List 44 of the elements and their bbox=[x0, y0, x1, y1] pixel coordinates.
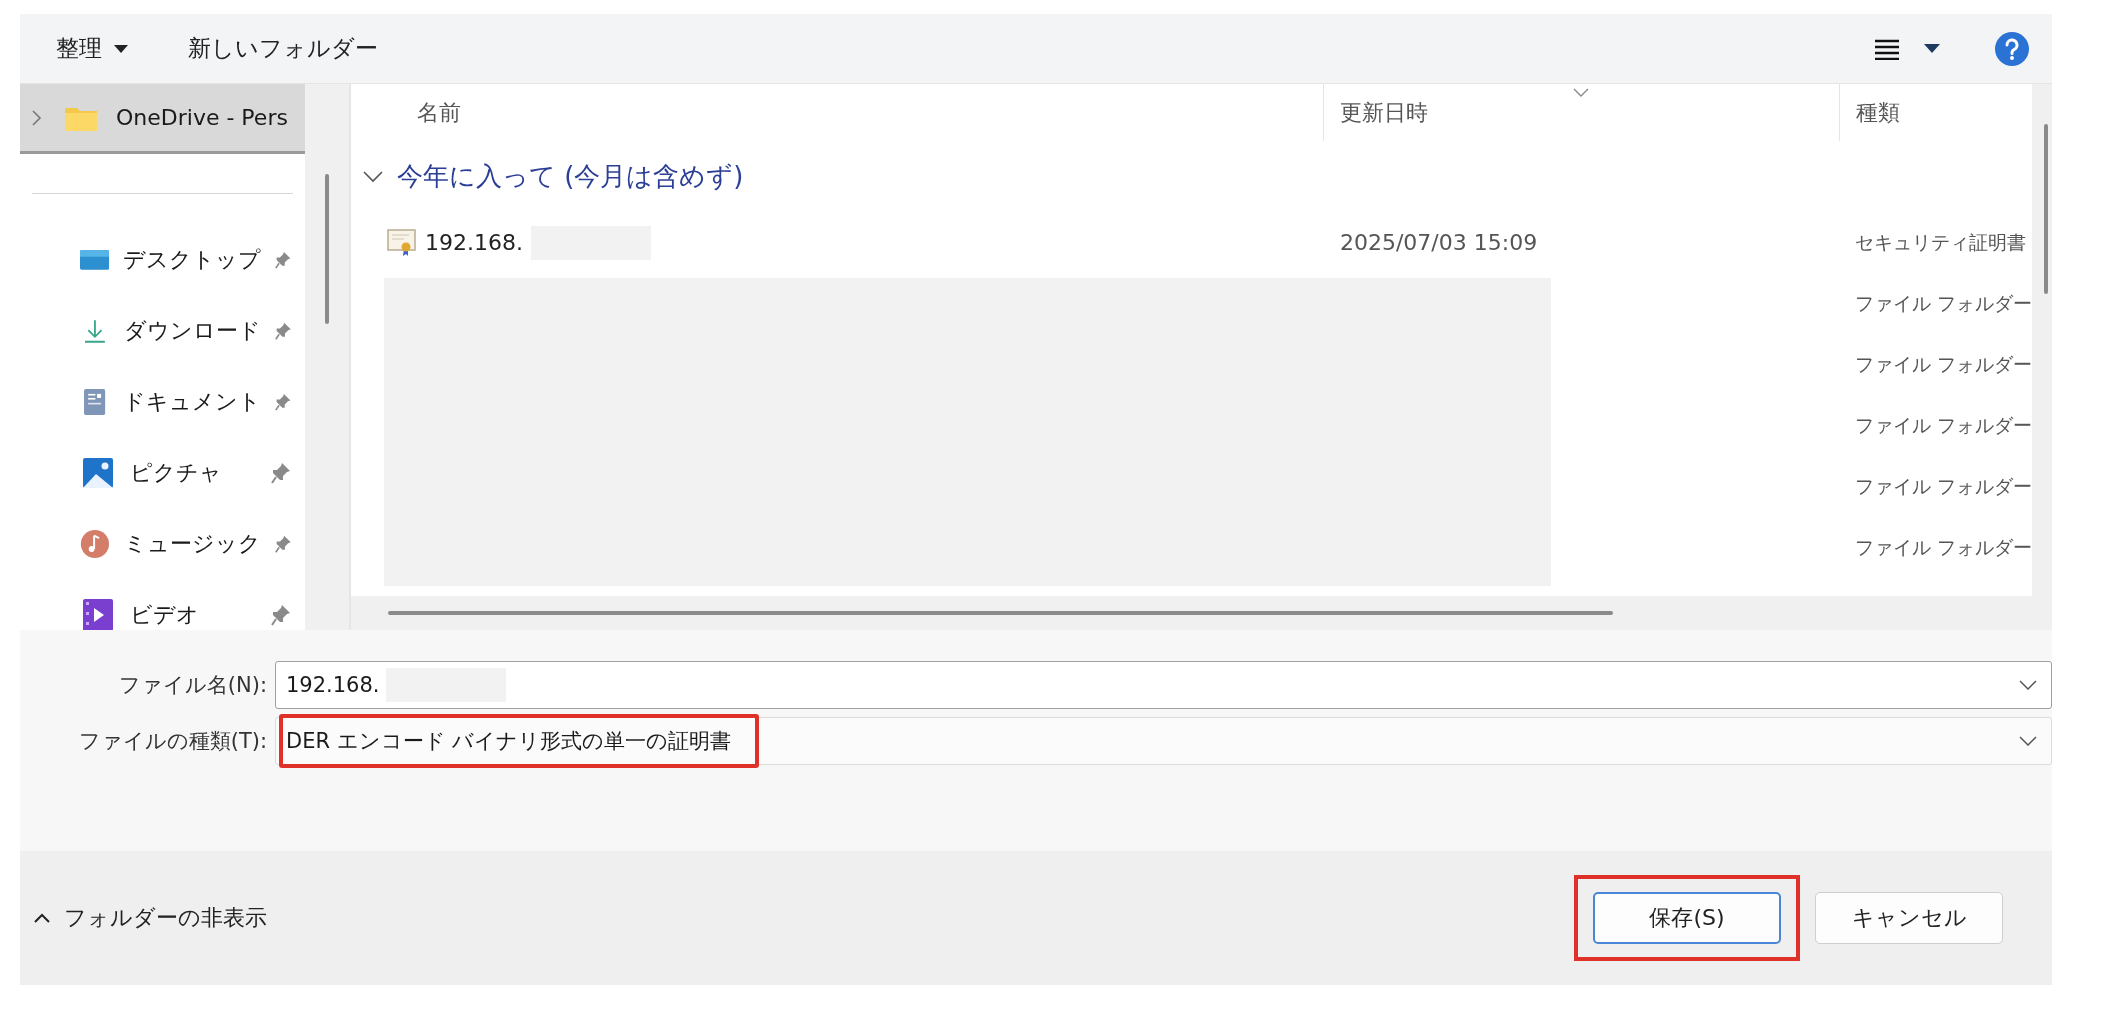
table-cell: ファイル フォルダー bbox=[1854, 352, 2032, 375]
nav-item[interactable]: ミュージック bbox=[20, 508, 306, 579]
pin-icon[interactable] bbox=[271, 461, 292, 484]
table-cell: 2025/07/03 15:09 bbox=[1339, 230, 1538, 255]
new-folder-button[interactable]: 新しいフォルダー bbox=[178, 27, 388, 70]
picture-icon bbox=[80, 456, 116, 489]
pin-icon[interactable] bbox=[271, 603, 292, 626]
nav-item[interactable]: OneDrive - Pers bbox=[20, 84, 306, 154]
nav-item[interactable]: ダウンロード bbox=[20, 295, 306, 366]
organize-button[interactable]: 整理 bbox=[46, 27, 138, 70]
list-view-icon[interactable] bbox=[1874, 37, 1900, 60]
hide-folders-toggle[interactable]: フォルダーの非表示 bbox=[20, 897, 277, 939]
dropdown-icon[interactable] bbox=[2019, 736, 2037, 746]
scrollbar-thumb[interactable] bbox=[387, 611, 1613, 615]
table-cell: ファイル フォルダー bbox=[1854, 291, 2032, 314]
table-cell: セキュリティ証明書 bbox=[1854, 230, 2026, 253]
save-button[interactable]: 保存(S) bbox=[1593, 892, 1781, 944]
field-label: ファイルの種類(T): bbox=[77, 728, 268, 755]
scrollbar-thumb[interactable] bbox=[325, 174, 330, 324]
table-cell: ファイル フォルダー bbox=[1854, 474, 2032, 497]
dropdown-icon[interactable] bbox=[2019, 680, 2037, 690]
group-header[interactable]: 今年に入って (今月は含めず) bbox=[350, 141, 2032, 212]
column-header[interactable]: 名前 bbox=[400, 84, 1323, 141]
nav-item[interactable]: デスクトップ bbox=[20, 224, 306, 295]
nav-item[interactable]: ビデオ bbox=[20, 579, 306, 630]
scrollbar-thumb[interactable] bbox=[2044, 124, 2048, 294]
nav-item[interactable]: ドキュメント bbox=[20, 366, 306, 437]
file-name-field[interactable]: 192.168. bbox=[275, 661, 2052, 709]
certificate-icon bbox=[386, 228, 417, 257]
cancel-button[interactable]: キャンセル bbox=[1815, 892, 2003, 944]
file-type-dropdown[interactable]: DER エンコード バイナリ形式の単一の証明書 bbox=[275, 717, 2052, 765]
help-icon[interactable] bbox=[1994, 30, 2030, 67]
caret-icon[interactable] bbox=[1924, 44, 1940, 53]
chevron-icon bbox=[34, 913, 50, 923]
column-header[interactable]: 更新日時 bbox=[1322, 84, 1839, 141]
caret-icon bbox=[114, 44, 128, 53]
table-cell: ファイル フォルダー bbox=[1854, 413, 2032, 436]
field-label: ファイル名(N): bbox=[117, 672, 268, 699]
sort-icon bbox=[1573, 88, 1590, 97]
chevron-icon bbox=[362, 170, 383, 183]
table-cell: ファイル フォルダー bbox=[1854, 535, 2032, 558]
file-name[interactable]: 192.168. bbox=[424, 230, 523, 255]
nav-item[interactable]: ピクチャ bbox=[20, 437, 306, 508]
chevron-icon[interactable] bbox=[32, 109, 42, 126]
